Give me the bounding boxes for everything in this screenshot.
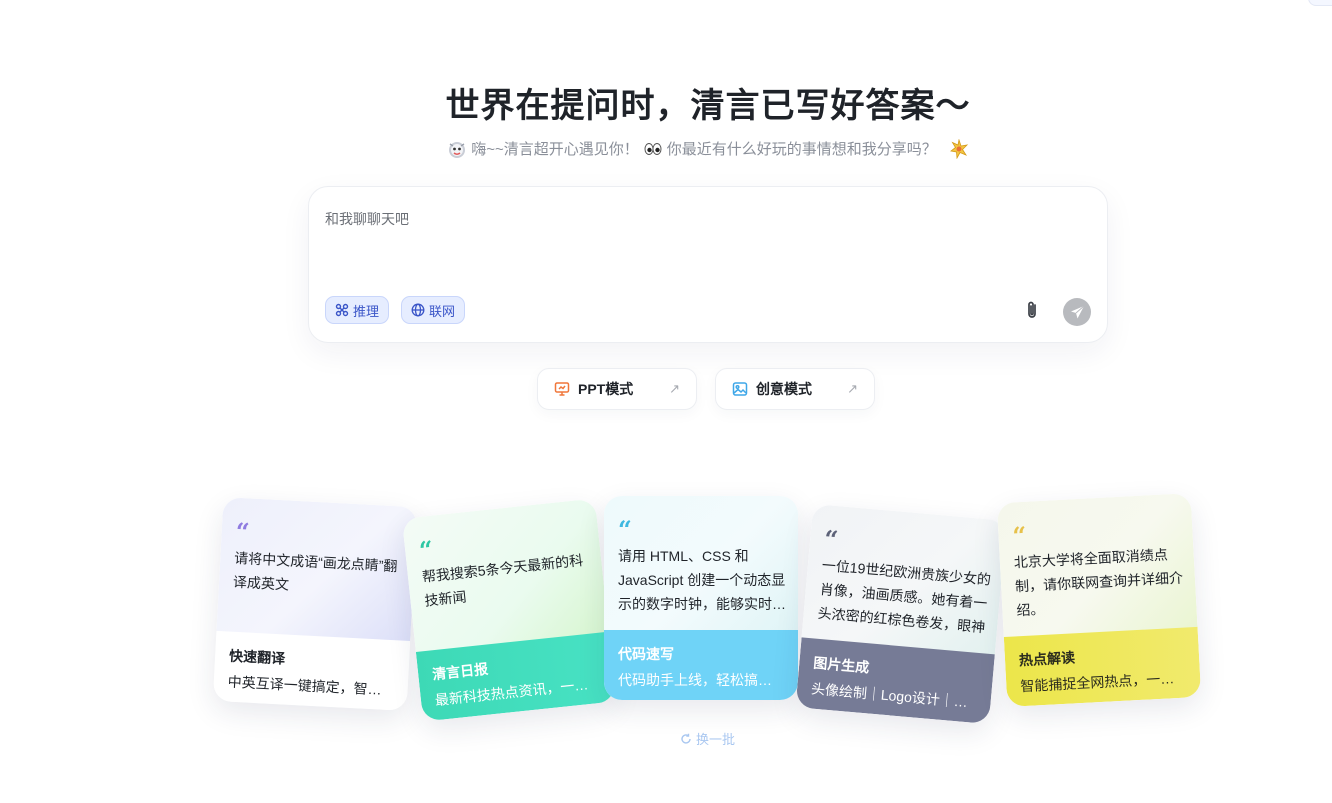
card-prompt: 请将中文成语“画龙点睛”翻译成英文 (232, 549, 398, 593)
subtitle-question: 你最近有什么好玩的事情想和我分享吗？ (666, 141, 937, 158)
quote-icon: “ (417, 534, 435, 565)
subtitle-greeting: 嗨~~清言超开心遇见你！ (471, 141, 639, 158)
send-icon (1070, 305, 1084, 318)
card-prompt: 一位19世纪欧洲贵族少女的肖像，油画质感。她有着一头浓密的红棕色卷发，眼神 (817, 556, 992, 636)
suggestion-card-image[interactable]: “ 一位19世纪欧洲贵族少女的肖像，油画质感。她有着一头浓密的红棕色卷发，眼神 … (795, 503, 1007, 725)
face-emoji-icon (449, 141, 466, 158)
creative-mode-button[interactable]: 创意模式 ↗ (715, 368, 875, 410)
card-prompt: 请用 HTML、CSS 和 JavaScript 创建一个动态显示的数字时钟，能… (618, 548, 786, 612)
card-prompt: 北京大学将全面取消绩点制，请你联网查询并详细介绍。 (1013, 546, 1184, 619)
reasoning-label: 推理 (353, 303, 380, 319)
creative-mode-label: 创意模式 (756, 381, 812, 397)
refresh-label: 换一批 (696, 732, 736, 747)
suggestion-card-code[interactable]: “ 请用 HTML、CSS 和 JavaScript 创建一个动态显示的数字时钟… (604, 496, 798, 700)
suggestion-card-trending[interactable]: “ 北京大学将全面取消绩点制，请你联网查询并详细介绍。 热点解读 智能捕捉全网热… (996, 493, 1202, 707)
chat-input-placeholder[interactable]: 和我聊聊天吧 (325, 209, 409, 229)
quote-icon: “ (618, 515, 632, 544)
reasoning-icon (335, 303, 349, 317)
web-search-label: 联网 (429, 303, 456, 319)
presentation-icon (554, 382, 570, 396)
reasoning-toggle[interactable]: 推理 (325, 296, 390, 324)
quote-icon: “ (234, 516, 251, 547)
quote-icon: “ (823, 524, 840, 555)
page-title: 世界在提问时，清言已写好答案～ (445, 87, 971, 125)
web-search-toggle[interactable]: 联网 (401, 296, 466, 324)
suggestion-card-translate[interactable]: “ 请将中文成语“画龙点睛”翻译成英文 快速翻译 中英互译一键搞定，智能准确 (212, 497, 418, 711)
card-label: 快速翻译 (228, 647, 286, 667)
card-description: 代码助手上线，轻松搞定编程 (618, 672, 784, 688)
card-label: 热点解读 (1018, 649, 1076, 669)
globe-icon (411, 303, 425, 317)
send-button[interactable] (1063, 298, 1091, 326)
arrow-up-right-icon: ↗ (669, 381, 680, 396)
card-description: 中英互译一键搞定，智能准确 (227, 673, 395, 700)
card-label: 代码速写 (618, 646, 674, 662)
quote-icon: “ (1011, 520, 1028, 551)
arrow-up-right-icon: ↗ (847, 381, 858, 396)
ppt-mode-button[interactable]: PPT模式 ↗ (537, 368, 697, 410)
eyes-emoji-icon (644, 142, 662, 155)
card-description: 智能捕捉全网热点，一键解读 (1019, 668, 1187, 695)
top-right-chip[interactable] (1308, 0, 1332, 6)
sparkle-emoji-icon (949, 138, 968, 159)
paperclip-icon[interactable] (1021, 299, 1043, 321)
suggestion-card-news[interactable]: “ 帮我搜索5条今天最新的科技新闻 清言日报 最新科技热点资讯，一键获取 (401, 498, 617, 722)
image-icon (732, 382, 748, 396)
refresh-icon (681, 733, 691, 744)
chat-input-box[interactable]: 和我聊聊天吧 推理 联网 (308, 186, 1108, 343)
ppt-mode-label: PPT模式 (578, 381, 634, 397)
refresh-button[interactable]: 换一批 (680, 729, 735, 748)
page-subtitle: 嗨~~清言超开心遇见你！ 你最近有什么好玩的事情想和我分享吗？ (0, 138, 1332, 159)
